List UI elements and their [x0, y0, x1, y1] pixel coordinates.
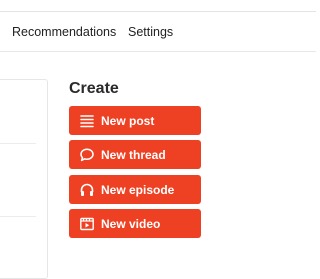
- new-video-label: New video: [101, 216, 161, 231]
- content-panel: [0, 79, 48, 279]
- new-thread-label: New thread: [101, 147, 166, 162]
- speech-bubble-icon: [79, 147, 95, 163]
- new-episode-label: New episode: [101, 182, 175, 197]
- new-episode-button[interactable]: New episode: [69, 175, 201, 204]
- video-icon: [79, 216, 95, 232]
- panel-divider: [0, 143, 36, 144]
- create-heading: Create: [69, 80, 119, 97]
- new-video-button[interactable]: New video: [69, 209, 201, 238]
- new-thread-button[interactable]: New thread: [69, 140, 201, 169]
- new-post-label: New post: [101, 113, 155, 128]
- new-post-button[interactable]: New post: [69, 106, 201, 135]
- list-icon: [79, 113, 95, 129]
- panel-divider: [0, 216, 36, 217]
- headphones-icon: [79, 182, 95, 198]
- tab-settings[interactable]: Settings: [128, 25, 173, 39]
- tab-recommendations[interactable]: Recommendations: [12, 25, 116, 39]
- tab-bar: Recommendations Settings: [0, 12, 316, 52]
- top-bar: [0, 0, 316, 12]
